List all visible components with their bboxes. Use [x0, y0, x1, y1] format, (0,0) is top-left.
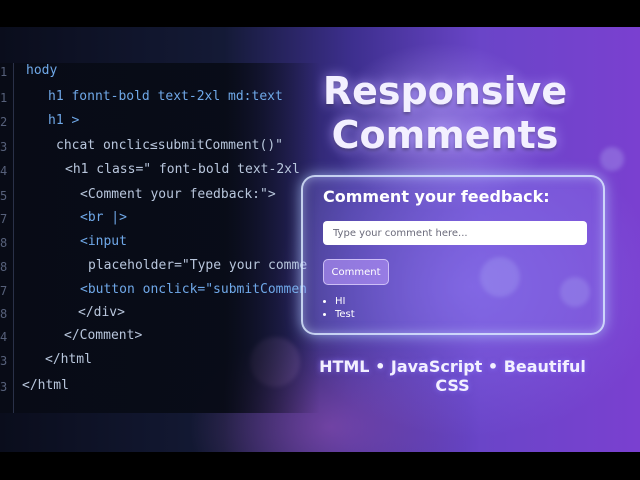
code-line: <button onclick="submitCommen: [80, 282, 307, 297]
code-editor-panel: 1 hody 1 h1 fonnt-bold text-2xl md:text 2 h1 …: [0, 63, 320, 413]
line-number: 3: [0, 380, 8, 394]
line-number: 8: [0, 307, 8, 321]
card-heading: Comment your feedback:: [323, 187, 550, 206]
comment-item: Test: [335, 308, 355, 321]
code-line: <br |>: [80, 210, 127, 225]
line-number: 1: [0, 91, 8, 105]
code-line: <h1 class=" font-bold text-2xl: [65, 162, 300, 177]
subtitle: HTML • JavaScript • Beautiful CSS: [319, 357, 586, 395]
code-line: hody: [26, 63, 58, 78]
code-line: h1 >: [48, 113, 80, 128]
line-number: 8: [0, 260, 8, 274]
line-number: 3: [0, 354, 8, 368]
line-number: 5: [0, 189, 8, 203]
code-line: </html: [22, 378, 69, 393]
thumbnail-scene: 1 hody 1 h1 fonnt-bold text-2xl md:text 2 h1 …: [0, 27, 640, 452]
line-number: 4: [0, 330, 8, 344]
code-line: placeholder="Type your comme: [88, 258, 308, 273]
gutter-divider: [13, 63, 14, 413]
code-line: chcat onclic≤submitComment()": [56, 138, 283, 153]
comment-item: HI: [335, 295, 355, 308]
comment-input[interactable]: [323, 221, 587, 245]
comment-card: Comment your feedback: Comment HI Test: [301, 175, 605, 335]
code-line: h1 fonnt-bold text-2xl md:text: [48, 89, 283, 104]
line-number: 7: [0, 284, 8, 298]
line-number: 1: [0, 65, 8, 79]
code-line: <input: [80, 234, 127, 249]
title-line-2: Comments: [331, 113, 559, 157]
line-number: 7: [0, 212, 8, 226]
comment-button[interactable]: Comment: [323, 259, 389, 285]
code-line: </div>: [78, 305, 125, 320]
code-line: <Comment your feedback:">: [80, 187, 276, 202]
line-number: 8: [0, 236, 8, 250]
comment-list: HI Test: [323, 295, 355, 321]
line-number: 2: [0, 115, 8, 129]
title-line-1: Responsive: [322, 69, 568, 113]
line-number: 4: [0, 164, 8, 178]
line-number: 3: [0, 140, 8, 154]
code-line: </html: [45, 352, 92, 367]
code-line: </Comment>: [64, 328, 143, 343]
